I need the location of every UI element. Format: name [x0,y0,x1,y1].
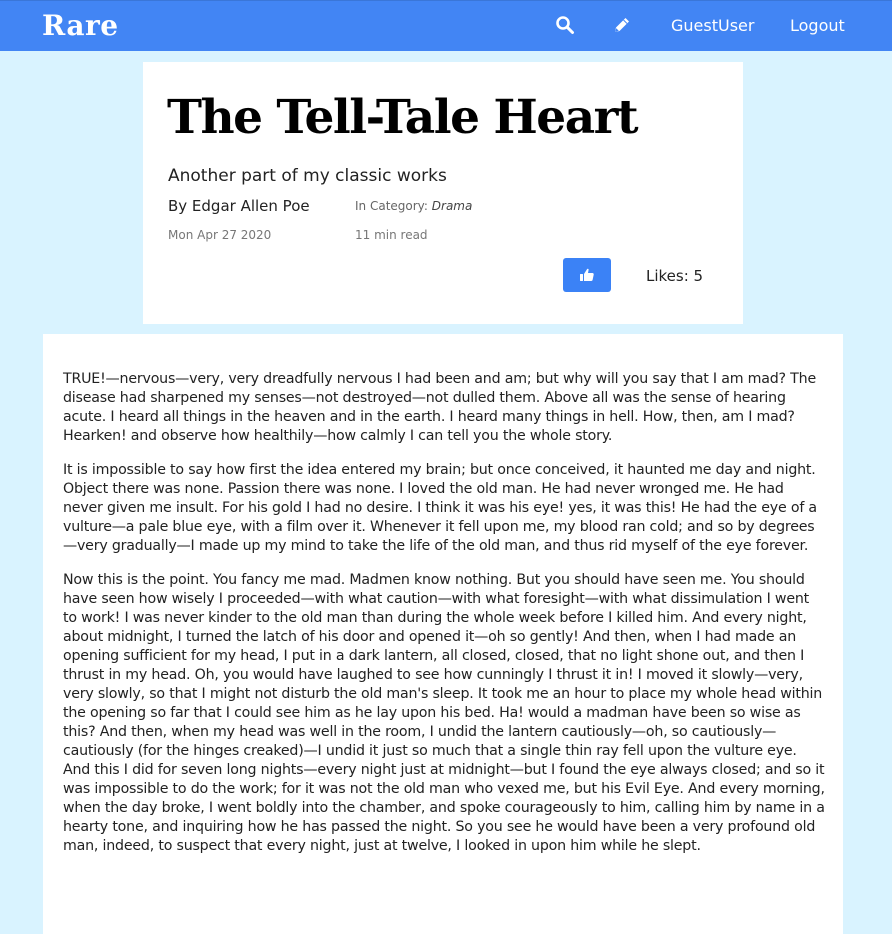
post-header-card: The Tell-Tale Heart Another part of my c… [143,62,743,324]
paragraph: TRUE!—nervous—very, very dreadfully nerv… [63,371,816,444]
brand-logo[interactable]: Rare [42,9,119,42]
post-title: The Tell-Tale Heart [167,90,639,145]
post-body: TRUE!—nervous—very, very dreadfully nerv… [63,370,827,871]
thumbs-up-icon [563,267,611,283]
post-read-time: 11 min read [355,228,428,242]
post-content-card: TRUE!—nervous—very, very dreadfully nerv… [43,334,843,934]
category-label: In Category: [355,199,428,213]
nav-user-link[interactable]: GuestUser [671,16,754,35]
logout-link[interactable]: Logout [790,16,845,35]
navbar: Rare GuestUser Logout [0,0,892,51]
post-subtitle: Another part of my classic works [168,166,447,186]
paragraph: Now this is the point. You fancy me mad.… [63,572,825,854]
category-value[interactable]: Drama [432,199,473,213]
search-icon[interactable] [555,15,577,37]
post-author: By Edgar Allen Poe [168,197,310,215]
post-category: In Category: Drama [355,199,472,213]
pencil-icon[interactable] [612,15,634,37]
likes-count: Likes: 5 [646,267,704,285]
post-date: Mon Apr 27 2020 [168,228,272,242]
paragraph: It is impossible to say how first the id… [63,462,817,554]
like-button[interactable] [563,258,611,292]
